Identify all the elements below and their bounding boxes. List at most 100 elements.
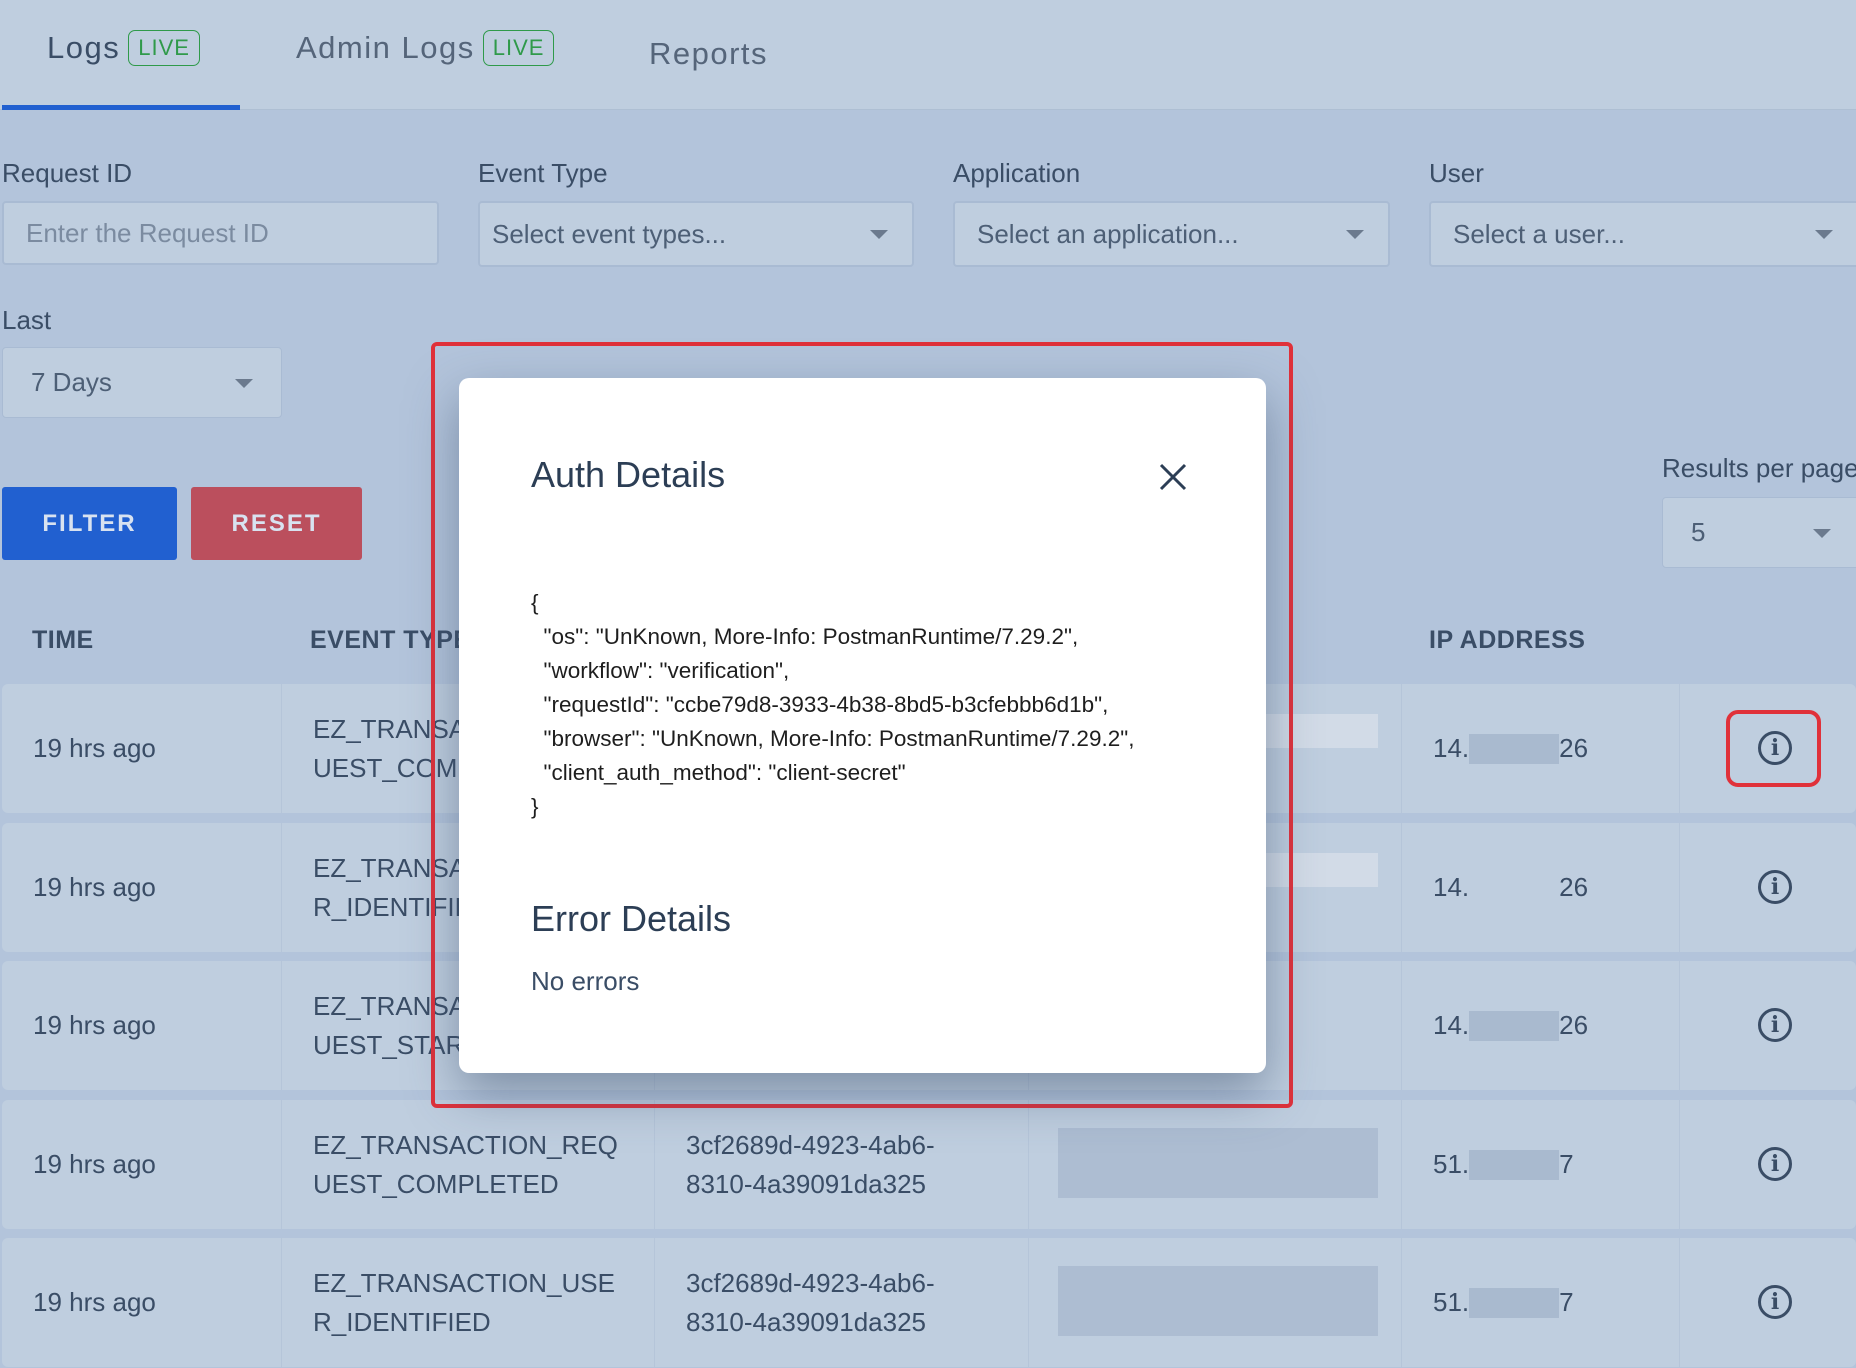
redacted-block xyxy=(1058,1128,1378,1198)
column-header-time: TIME xyxy=(32,626,94,654)
event-type-line: EZ_TRANSACTION_USE xyxy=(313,1267,615,1298)
request-id-label: Request ID xyxy=(2,158,133,188)
ip-start: 14. xyxy=(1433,1010,1470,1040)
column-divider xyxy=(1679,1100,1680,1229)
event-type-cell: EZ_TRANSACTION_REQ UEST_COMPLETED xyxy=(313,1100,643,1229)
time-text: 19 hrs ago xyxy=(33,1149,156,1179)
live-badge: LIVE xyxy=(482,30,555,66)
ip-start: 51. xyxy=(1433,1149,1470,1179)
request-id-cell: 3cf2689d-4923-4ab6- 8310-4a39091da325 xyxy=(686,1100,935,1229)
request-id-line: 3cf2689d-4923-4ab6- xyxy=(686,1267,935,1298)
selected-value: 7 Days xyxy=(31,367,112,397)
chevron-down-icon xyxy=(870,230,888,239)
placeholder: Enter the Request ID xyxy=(26,217,269,248)
chevron-down-icon xyxy=(1346,230,1364,239)
time-cell: 19 hrs ago xyxy=(33,1100,156,1229)
redacted-block xyxy=(1058,1266,1378,1336)
time-cell: 19 hrs ago xyxy=(33,1238,156,1367)
column-header-ip-address: IP ADDRESS xyxy=(1429,626,1586,654)
ip-start: 51. xyxy=(1433,1287,1470,1317)
time-cell: 19 hrs ago xyxy=(33,684,156,813)
user-select[interactable]: Select a user... xyxy=(1429,201,1856,267)
last-label: Last xyxy=(2,305,52,335)
request-id-line: 3cf2689d-4923-4ab6- xyxy=(686,1129,935,1160)
info-icon[interactable]: i xyxy=(1758,1147,1792,1181)
results-per-page-select[interactable]: 5 xyxy=(1662,497,1856,568)
auth-details-modal: Auth Details { "os": "UnKnown, More-Info… xyxy=(459,378,1266,1073)
info-icon[interactable]: i xyxy=(1758,870,1792,904)
column-divider xyxy=(1401,1238,1402,1367)
ip-address-cell: 14. 26 xyxy=(1433,684,1588,813)
redacted-ip xyxy=(1469,1149,1560,1180)
column-divider xyxy=(281,823,282,952)
request-id-input[interactable]: Enter the Request ID xyxy=(2,201,439,265)
time-cell: 19 hrs ago xyxy=(33,823,156,952)
close-icon[interactable] xyxy=(1156,460,1190,494)
chevron-down-icon xyxy=(1813,528,1831,538)
chevron-down-icon xyxy=(235,378,253,388)
column-divider xyxy=(281,1100,282,1229)
redacted-ip xyxy=(1469,1010,1560,1041)
event-type-cell: EZ_TRANSACTION_USE R_IDENTIFIED xyxy=(313,1238,643,1367)
ip-address-cell: 14. 26 xyxy=(1433,823,1588,952)
error-details-text: No errors xyxy=(531,966,640,996)
event-type-line: R_IDENTIFIED xyxy=(313,1306,491,1337)
info-icon[interactable]: i xyxy=(1758,1008,1792,1042)
column-divider xyxy=(1401,823,1402,952)
event-type-select[interactable]: Select event types... xyxy=(478,201,914,267)
ip-end: 26 xyxy=(1559,872,1589,902)
info-icon[interactable]: i xyxy=(1758,1285,1792,1319)
column-divider xyxy=(654,1100,655,1229)
event-type-label: Event Type xyxy=(478,158,608,188)
redacted-ip xyxy=(1469,733,1560,764)
time-text: 19 hrs ago xyxy=(33,733,156,763)
ip-address-cell: 51. 7 xyxy=(1433,1238,1574,1367)
column-divider xyxy=(1028,1238,1029,1367)
tab-admin-logs[interactable]: Admin Logs LIVE xyxy=(296,30,555,66)
tab-reports[interactable]: Reports xyxy=(649,36,768,72)
event-type-line: EZ_TRANSACTION_REQ xyxy=(313,1129,618,1160)
column-divider xyxy=(1401,961,1402,1090)
results-per-page-label: Results per page xyxy=(1662,453,1856,483)
modal-title: Auth Details xyxy=(531,454,726,495)
selected-value: 5 xyxy=(1691,517,1706,547)
placeholder: Select event types... xyxy=(492,218,727,249)
column-divider xyxy=(281,1238,282,1367)
ip-end: 26 xyxy=(1559,733,1589,763)
user-label: User xyxy=(1429,158,1484,188)
error-details-title: Error Details xyxy=(531,898,732,939)
column-divider xyxy=(1679,961,1680,1090)
tab-bar xyxy=(0,0,1856,110)
application-select[interactable]: Select an application... xyxy=(953,201,1390,267)
filter-button[interactable]: FILTER xyxy=(2,487,177,560)
time-text: 19 hrs ago xyxy=(33,1287,156,1317)
tab-label: Reports xyxy=(649,36,769,71)
info-highlight-box xyxy=(1726,710,1821,787)
tab-label: Admin Logs xyxy=(296,30,475,65)
column-divider xyxy=(1679,1238,1680,1367)
ip-end: 7 xyxy=(1559,1149,1574,1179)
placeholder: Select a user... xyxy=(1453,218,1625,249)
auth-details-json: { "os": "UnKnown, More-Info: PostmanRunt… xyxy=(531,590,1135,819)
redacted-ip xyxy=(1469,873,1559,903)
event-type-line: UEST_COMPLETED xyxy=(313,1168,559,1199)
time-text: 19 hrs ago xyxy=(33,1010,156,1040)
column-divider xyxy=(1401,684,1402,813)
column-divider xyxy=(654,1238,655,1367)
ip-start: 14. xyxy=(1433,733,1470,763)
time-text: 19 hrs ago xyxy=(33,872,156,902)
ip-end: 26 xyxy=(1559,1010,1589,1040)
reset-button[interactable]: RESET xyxy=(191,487,362,560)
request-id-line: 8310-4a39091da325 xyxy=(686,1306,927,1337)
ip-start: 14. xyxy=(1433,872,1470,902)
ip-address-cell: 14. 26 xyxy=(1433,961,1588,1090)
time-cell: 19 hrs ago xyxy=(33,961,156,1090)
column-divider xyxy=(281,961,282,1090)
application-label: Application xyxy=(953,158,1081,188)
column-divider xyxy=(1679,684,1680,813)
tab-logs[interactable]: Logs LIVE xyxy=(47,30,200,66)
column-divider xyxy=(1028,1100,1029,1229)
last-select[interactable]: 7 Days xyxy=(2,347,282,418)
column-divider xyxy=(1679,823,1680,952)
chevron-down-icon xyxy=(1815,230,1833,239)
